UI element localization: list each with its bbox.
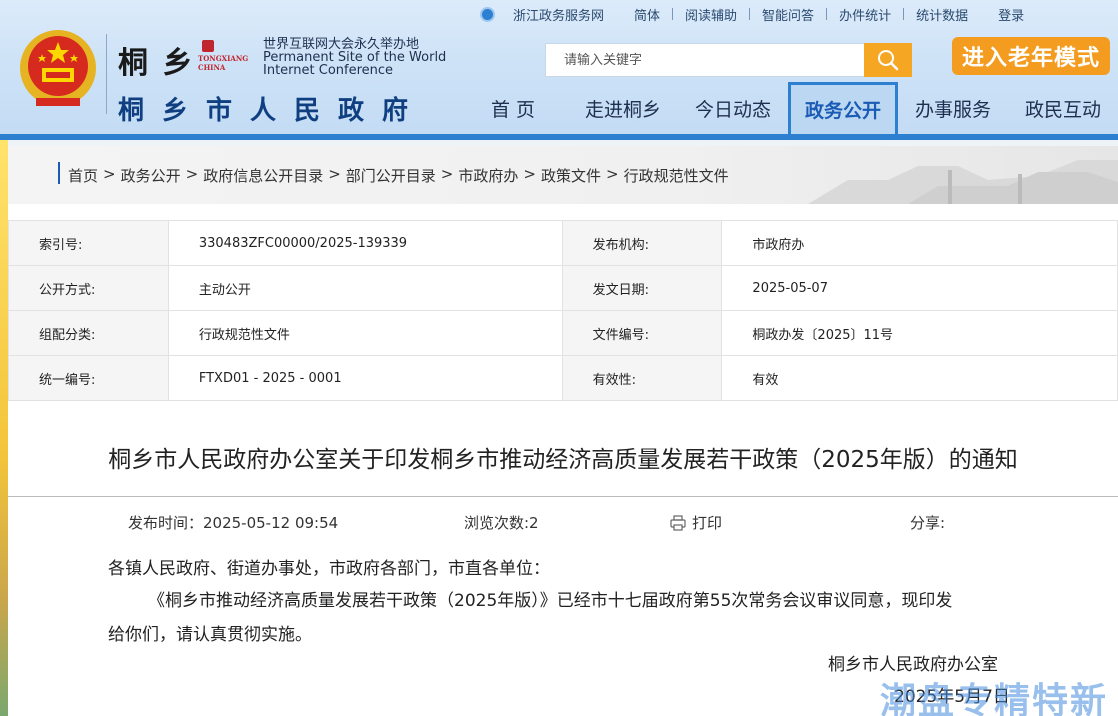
decorative-stripe (0, 140, 8, 716)
wic-slogan: 世界互联网大会永久举办地 Permanent Site of the World… (263, 37, 447, 78)
meta-value: 有效 (721, 355, 1118, 401)
meta-label: 文件编号: (561, 310, 723, 356)
breadcrumb: 首页 > 政务公开 > 政府信息公开目录 > 部门公开目录 > 市政府办 > 政策文件 > … (68, 165, 729, 186)
watermark-text: 潮盘专精特新 (880, 681, 1109, 716)
breadcrumb-marker (58, 162, 60, 184)
document-meta-table: 索引号: 330483ZFC00000/2025-139339 发布机构: 市政… (8, 220, 1118, 401)
meta-value: 主动公开 (167, 265, 563, 311)
logo-divider (106, 34, 107, 114)
printer-icon (670, 514, 686, 531)
breadcrumb-home[interactable]: 首页 (68, 165, 98, 186)
meta-value: 2025-05-07 (721, 265, 1118, 311)
meta-label: 有效性: (561, 355, 723, 401)
table-row: 统一编号: FTXD01 - 2025 - 0001 有效性: 有效 (8, 355, 1118, 401)
meta-value: 行政规范性文件 (167, 310, 563, 356)
search-input[interactable] (545, 43, 864, 77)
national-emblem-icon (20, 30, 96, 106)
breadcrumb-policy-docs[interactable]: 政策文件 (541, 165, 601, 186)
body-paragraph-line1: 《桐乡市推动经济高质量发展若干政策（2025年版）》已经市十七届政府第55次常务… (148, 591, 953, 611)
meta-label: 统一编号: (8, 355, 169, 401)
elder-mode-button[interactable]: 进入老年模式 (952, 37, 1110, 75)
breadcrumb-gov-affairs[interactable]: 政务公开 (121, 165, 181, 186)
meta-value: 桐政办发〔2025〕11号 (721, 310, 1118, 356)
document-title: 桐乡市人民政府办公室关于印发桐乡市推动经济高质量发展若干政策（2025年版）的通… (108, 447, 1018, 473)
link-zjzwfw[interactable]: 浙江政务服务网 (513, 5, 604, 24)
link-simplified[interactable]: 简体 (634, 5, 660, 24)
globe-icon (480, 6, 495, 22)
meta-label: 索引号: (8, 220, 169, 266)
search-icon (878, 50, 899, 71)
breadcrumb-city-office[interactable]: 市政府办 (458, 165, 518, 186)
breadcrumb-info-directory[interactable]: 政府信息公开目录 (203, 165, 323, 186)
search-box (545, 43, 912, 77)
meta-value: FTXD01 - 2025 - 0001 (167, 355, 563, 401)
link-login[interactable]: 登录 (998, 5, 1024, 24)
breadcrumb-bar: 首页 > 政务公开 > 政府信息公开目录 > 部门公开目录 > 市政府办 > 政策文件 > … (8, 146, 1118, 204)
nav-gov-affairs[interactable]: 政务公开 (788, 82, 898, 134)
nav-about[interactable]: 走进桐乡 (568, 82, 678, 134)
main-nav: 首 页 走进桐乡 今日动态 政务公开 办事服务 政民互动 (458, 82, 1118, 134)
link-reading-aid[interactable]: 阅读辅助 (685, 5, 737, 24)
meta-label: 发文日期: (561, 265, 723, 311)
print-label: 打印 (692, 514, 723, 532)
breadcrumb-normative-docs[interactable]: 行政规范性文件 (624, 165, 729, 186)
top-links: 浙江政务服务网 简体 阅读辅助 智能问答 办件统计 统计数据 登录 (480, 4, 1024, 24)
tongxiang-calligraphy-logo: 桐 乡 (118, 46, 195, 81)
nav-home[interactable]: 首 页 (458, 82, 568, 134)
body-paragraph-line2: 给你们，请认真贯彻实施。 (108, 625, 312, 645)
breadcrumb-dept-directory[interactable]: 部门公开目录 (346, 165, 436, 186)
print-button[interactable]: 打印 (670, 512, 722, 533)
tongxiang-brand-logo: TONGXIANG CHINA (198, 40, 256, 74)
table-row: 组配分类: 行政规范性文件 文件编号: 桐政办发〔2025〕11号 (8, 310, 1118, 356)
table-row: 公开方式: 主动公开 发文日期: 2025-05-07 (8, 265, 1118, 311)
header-divider (0, 134, 1118, 140)
site-title: 桐乡市人民政府 (118, 96, 427, 126)
link-case-stats[interactable]: 办件统计 (839, 5, 891, 24)
site-header: 桐 乡 TONGXIANG CHINA 世界互联网大会永久举办地 Permane… (0, 0, 1118, 140)
meta-label: 公开方式: (8, 265, 169, 311)
nav-news[interactable]: 今日动态 (678, 82, 788, 134)
link-statistics[interactable]: 统计数据 (916, 5, 968, 24)
nav-services[interactable]: 办事服务 (898, 82, 1008, 134)
nav-interaction[interactable]: 政民互动 (1008, 82, 1118, 134)
link-smart-qa[interactable]: 智能问答 (762, 5, 814, 24)
meta-value: 330483ZFC00000/2025-139339 (167, 220, 563, 266)
title-divider (8, 496, 1118, 497)
meta-label: 发布机构: (561, 220, 723, 266)
search-button[interactable] (864, 43, 912, 77)
architecture-decoration-icon (808, 160, 1118, 204)
share-label: 分享: (910, 514, 946, 532)
salutation: 各镇人民政府、街道办事处，市政府各部门，市直各单位： (108, 559, 550, 579)
view-count: 浏览次数:2 (464, 514, 539, 532)
table-row: 索引号: 330483ZFC00000/2025-139339 发布机构: 市政… (8, 220, 1118, 266)
publish-time: 发布时间：2025-05-12 09:54 (128, 514, 339, 532)
meta-label: 组配分类: (8, 310, 169, 356)
meta-value: 市政府办 (721, 220, 1118, 266)
content-panel: 首页 > 政务公开 > 政府信息公开目录 > 部门公开目录 > 市政府办 > 政策文件 > … (8, 146, 1118, 716)
